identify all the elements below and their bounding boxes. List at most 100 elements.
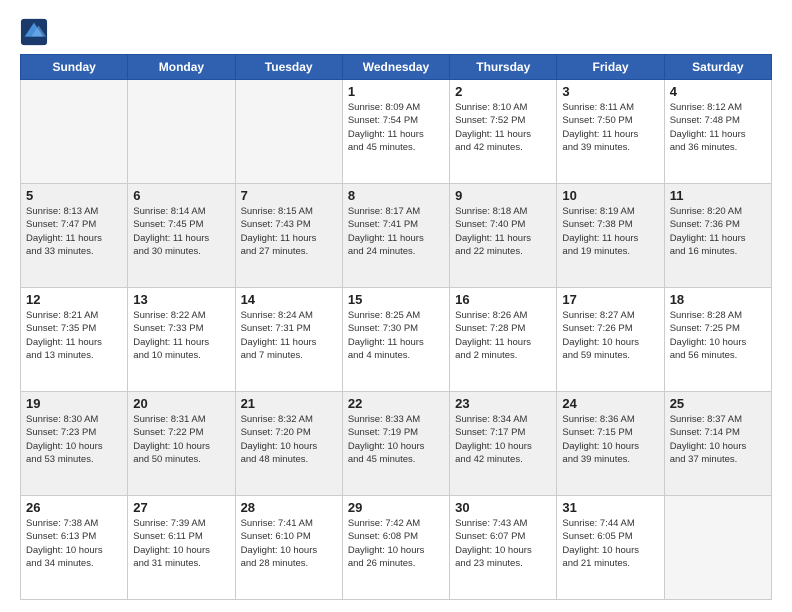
day-number: 3: [562, 84, 658, 99]
calendar-cell: 26 Sunrise: 7:38 AMSunset: 6:13 PMDayligh…: [21, 496, 128, 600]
calendar-cell: 9 Sunrise: 8:18 AMSunset: 7:40 PMDaylight…: [450, 184, 557, 288]
day-number: 23: [455, 396, 551, 411]
calendar-week-row: 26 Sunrise: 7:38 AMSunset: 6:13 PMDayligh…: [21, 496, 772, 600]
day-number: 20: [133, 396, 229, 411]
day-number: 6: [133, 188, 229, 203]
calendar-cell: [235, 80, 342, 184]
calendar-cell: 14 Sunrise: 8:24 AMSunset: 7:31 PMDayligh…: [235, 288, 342, 392]
day-info: Sunrise: 8:28 AMSunset: 7:25 PMDaylight:…: [670, 309, 766, 362]
day-number: 30: [455, 500, 551, 515]
logo: [20, 18, 50, 46]
day-info: Sunrise: 7:43 AMSunset: 6:07 PMDaylight:…: [455, 517, 551, 570]
calendar-cell: [664, 496, 771, 600]
day-info: Sunrise: 8:37 AMSunset: 7:14 PMDaylight:…: [670, 413, 766, 466]
day-header-tuesday: Tuesday: [235, 55, 342, 80]
day-number: 4: [670, 84, 766, 99]
calendar-cell: [128, 80, 235, 184]
day-header-wednesday: Wednesday: [342, 55, 449, 80]
day-info: Sunrise: 8:13 AMSunset: 7:47 PMDaylight:…: [26, 205, 122, 258]
day-info: Sunrise: 8:15 AMSunset: 7:43 PMDaylight:…: [241, 205, 337, 258]
calendar-cell: 17 Sunrise: 8:27 AMSunset: 7:26 PMDayligh…: [557, 288, 664, 392]
day-info: Sunrise: 7:42 AMSunset: 6:08 PMDaylight:…: [348, 517, 444, 570]
day-info: Sunrise: 8:31 AMSunset: 7:22 PMDaylight:…: [133, 413, 229, 466]
day-info: Sunrise: 8:32 AMSunset: 7:20 PMDaylight:…: [241, 413, 337, 466]
page: SundayMondayTuesdayWednesdayThursdayFrid…: [0, 0, 792, 612]
calendar-cell: 13 Sunrise: 8:22 AMSunset: 7:33 PMDayligh…: [128, 288, 235, 392]
calendar-cell: 5 Sunrise: 8:13 AMSunset: 7:47 PMDaylight…: [21, 184, 128, 288]
day-info: Sunrise: 8:19 AMSunset: 7:38 PMDaylight:…: [562, 205, 658, 258]
calendar-week-row: 19 Sunrise: 8:30 AMSunset: 7:23 PMDayligh…: [21, 392, 772, 496]
calendar-cell: 2Sunrise: 8:10 AMSunset: 7:52 PMDaylight…: [450, 80, 557, 184]
calendar: SundayMondayTuesdayWednesdayThursdayFrid…: [20, 54, 772, 600]
day-number: 10: [562, 188, 658, 203]
day-info: Sunrise: 8:20 AMSunset: 7:36 PMDaylight:…: [670, 205, 766, 258]
day-info: Sunrise: 8:11 AMSunset: 7:50 PMDaylight:…: [562, 101, 658, 154]
calendar-cell: 7Sunrise: 8:15 AMSunset: 7:43 PMDaylight…: [235, 184, 342, 288]
calendar-cell: 27Sunrise: 7:39 AMSunset: 6:11 PMDayligh…: [128, 496, 235, 600]
day-info: Sunrise: 8:34 AMSunset: 7:17 PMDaylight:…: [455, 413, 551, 466]
calendar-cell: 23 Sunrise: 8:34 AMSunset: 7:17 PMDayligh…: [450, 392, 557, 496]
day-info: Sunrise: 8:33 AMSunset: 7:19 PMDaylight:…: [348, 413, 444, 466]
calendar-cell: 8 Sunrise: 8:17 AMSunset: 7:41 PMDaylight…: [342, 184, 449, 288]
day-number: 8: [348, 188, 444, 203]
day-number: 14: [241, 292, 337, 307]
calendar-cell: 19 Sunrise: 8:30 AMSunset: 7:23 PMDayligh…: [21, 392, 128, 496]
day-info: Sunrise: 8:10 AMSunset: 7:52 PMDaylight:…: [455, 101, 551, 154]
day-number: 28: [241, 500, 337, 515]
day-number: 13: [133, 292, 229, 307]
calendar-cell: 15 Sunrise: 8:25 AMSunset: 7:30 PMDayligh…: [342, 288, 449, 392]
day-info: Sunrise: 7:41 AMSunset: 6:10 PMDaylight:…: [241, 517, 337, 570]
calendar-cell: 30 Sunrise: 7:43 AMSunset: 6:07 PMDayligh…: [450, 496, 557, 600]
day-info: Sunrise: 8:24 AMSunset: 7:31 PMDaylight:…: [241, 309, 337, 362]
calendar-cell: 24 Sunrise: 8:36 AMSunset: 7:15 PMDayligh…: [557, 392, 664, 496]
day-info: Sunrise: 8:09 AMSunset: 7:54 PMDaylight:…: [348, 101, 444, 154]
day-header-saturday: Saturday: [664, 55, 771, 80]
day-info: Sunrise: 8:36 AMSunset: 7:15 PMDaylight:…: [562, 413, 658, 466]
day-number: 18: [670, 292, 766, 307]
day-info: Sunrise: 7:44 AMSunset: 6:05 PMDaylight:…: [562, 517, 658, 570]
day-info: Sunrise: 8:18 AMSunset: 7:40 PMDaylight:…: [455, 205, 551, 258]
calendar-cell: 29Sunrise: 7:42 AMSunset: 6:08 PMDayligh…: [342, 496, 449, 600]
day-number: 16: [455, 292, 551, 307]
day-number: 17: [562, 292, 658, 307]
calendar-week-row: 12Sunrise: 8:21 AMSunset: 7:35 PMDayligh…: [21, 288, 772, 392]
day-info: Sunrise: 8:25 AMSunset: 7:30 PMDaylight:…: [348, 309, 444, 362]
day-info: Sunrise: 8:22 AMSunset: 7:33 PMDaylight:…: [133, 309, 229, 362]
calendar-cell: 22 Sunrise: 8:33 AMSunset: 7:19 PMDayligh…: [342, 392, 449, 496]
calendar-cell: 1 Sunrise: 8:09 AMSunset: 7:54 PMDaylight…: [342, 80, 449, 184]
day-info: Sunrise: 8:12 AMSunset: 7:48 PMDaylight:…: [670, 101, 766, 154]
calendar-cell: 21 Sunrise: 8:32 AMSunset: 7:20 PMDayligh…: [235, 392, 342, 496]
calendar-cell: 10 Sunrise: 8:19 AMSunset: 7:38 PMDayligh…: [557, 184, 664, 288]
day-number: 9: [455, 188, 551, 203]
calendar-cell: 12Sunrise: 8:21 AMSunset: 7:35 PMDayligh…: [21, 288, 128, 392]
day-header-sunday: Sunday: [21, 55, 128, 80]
day-number: 26: [26, 500, 122, 515]
day-info: Sunrise: 7:38 AMSunset: 6:13 PMDaylight:…: [26, 517, 122, 570]
day-info: Sunrise: 8:17 AMSunset: 7:41 PMDaylight:…: [348, 205, 444, 258]
calendar-cell: 25Sunrise: 8:37 AMSunset: 7:14 PMDayligh…: [664, 392, 771, 496]
day-number: 21: [241, 396, 337, 411]
calendar-week-row: 5 Sunrise: 8:13 AMSunset: 7:47 PMDaylight…: [21, 184, 772, 288]
calendar-cell: [21, 80, 128, 184]
calendar-cell: 20 Sunrise: 8:31 AMSunset: 7:22 PMDayligh…: [128, 392, 235, 496]
calendar-week-row: 1 Sunrise: 8:09 AMSunset: 7:54 PMDaylight…: [21, 80, 772, 184]
day-info: Sunrise: 7:39 AMSunset: 6:11 PMDaylight:…: [133, 517, 229, 570]
calendar-cell: 6Sunrise: 8:14 AMSunset: 7:45 PMDaylight…: [128, 184, 235, 288]
day-number: 24: [562, 396, 658, 411]
day-number: 12: [26, 292, 122, 307]
day-number: 1: [348, 84, 444, 99]
calendar-cell: 18 Sunrise: 8:28 AMSunset: 7:25 PMDayligh…: [664, 288, 771, 392]
header: [20, 18, 772, 46]
day-info: Sunrise: 8:30 AMSunset: 7:23 PMDaylight:…: [26, 413, 122, 466]
calendar-header-row: SundayMondayTuesdayWednesdayThursdayFrid…: [21, 55, 772, 80]
day-info: Sunrise: 8:27 AMSunset: 7:26 PMDaylight:…: [562, 309, 658, 362]
day-header-friday: Friday: [557, 55, 664, 80]
calendar-cell: 11Sunrise: 8:20 AMSunset: 7:36 PMDayligh…: [664, 184, 771, 288]
day-header-thursday: Thursday: [450, 55, 557, 80]
day-number: 22: [348, 396, 444, 411]
day-number: 5: [26, 188, 122, 203]
day-number: 15: [348, 292, 444, 307]
calendar-cell: 31Sunrise: 7:44 AMSunset: 6:05 PMDayligh…: [557, 496, 664, 600]
day-number: 19: [26, 396, 122, 411]
day-info: Sunrise: 8:26 AMSunset: 7:28 PMDaylight:…: [455, 309, 551, 362]
